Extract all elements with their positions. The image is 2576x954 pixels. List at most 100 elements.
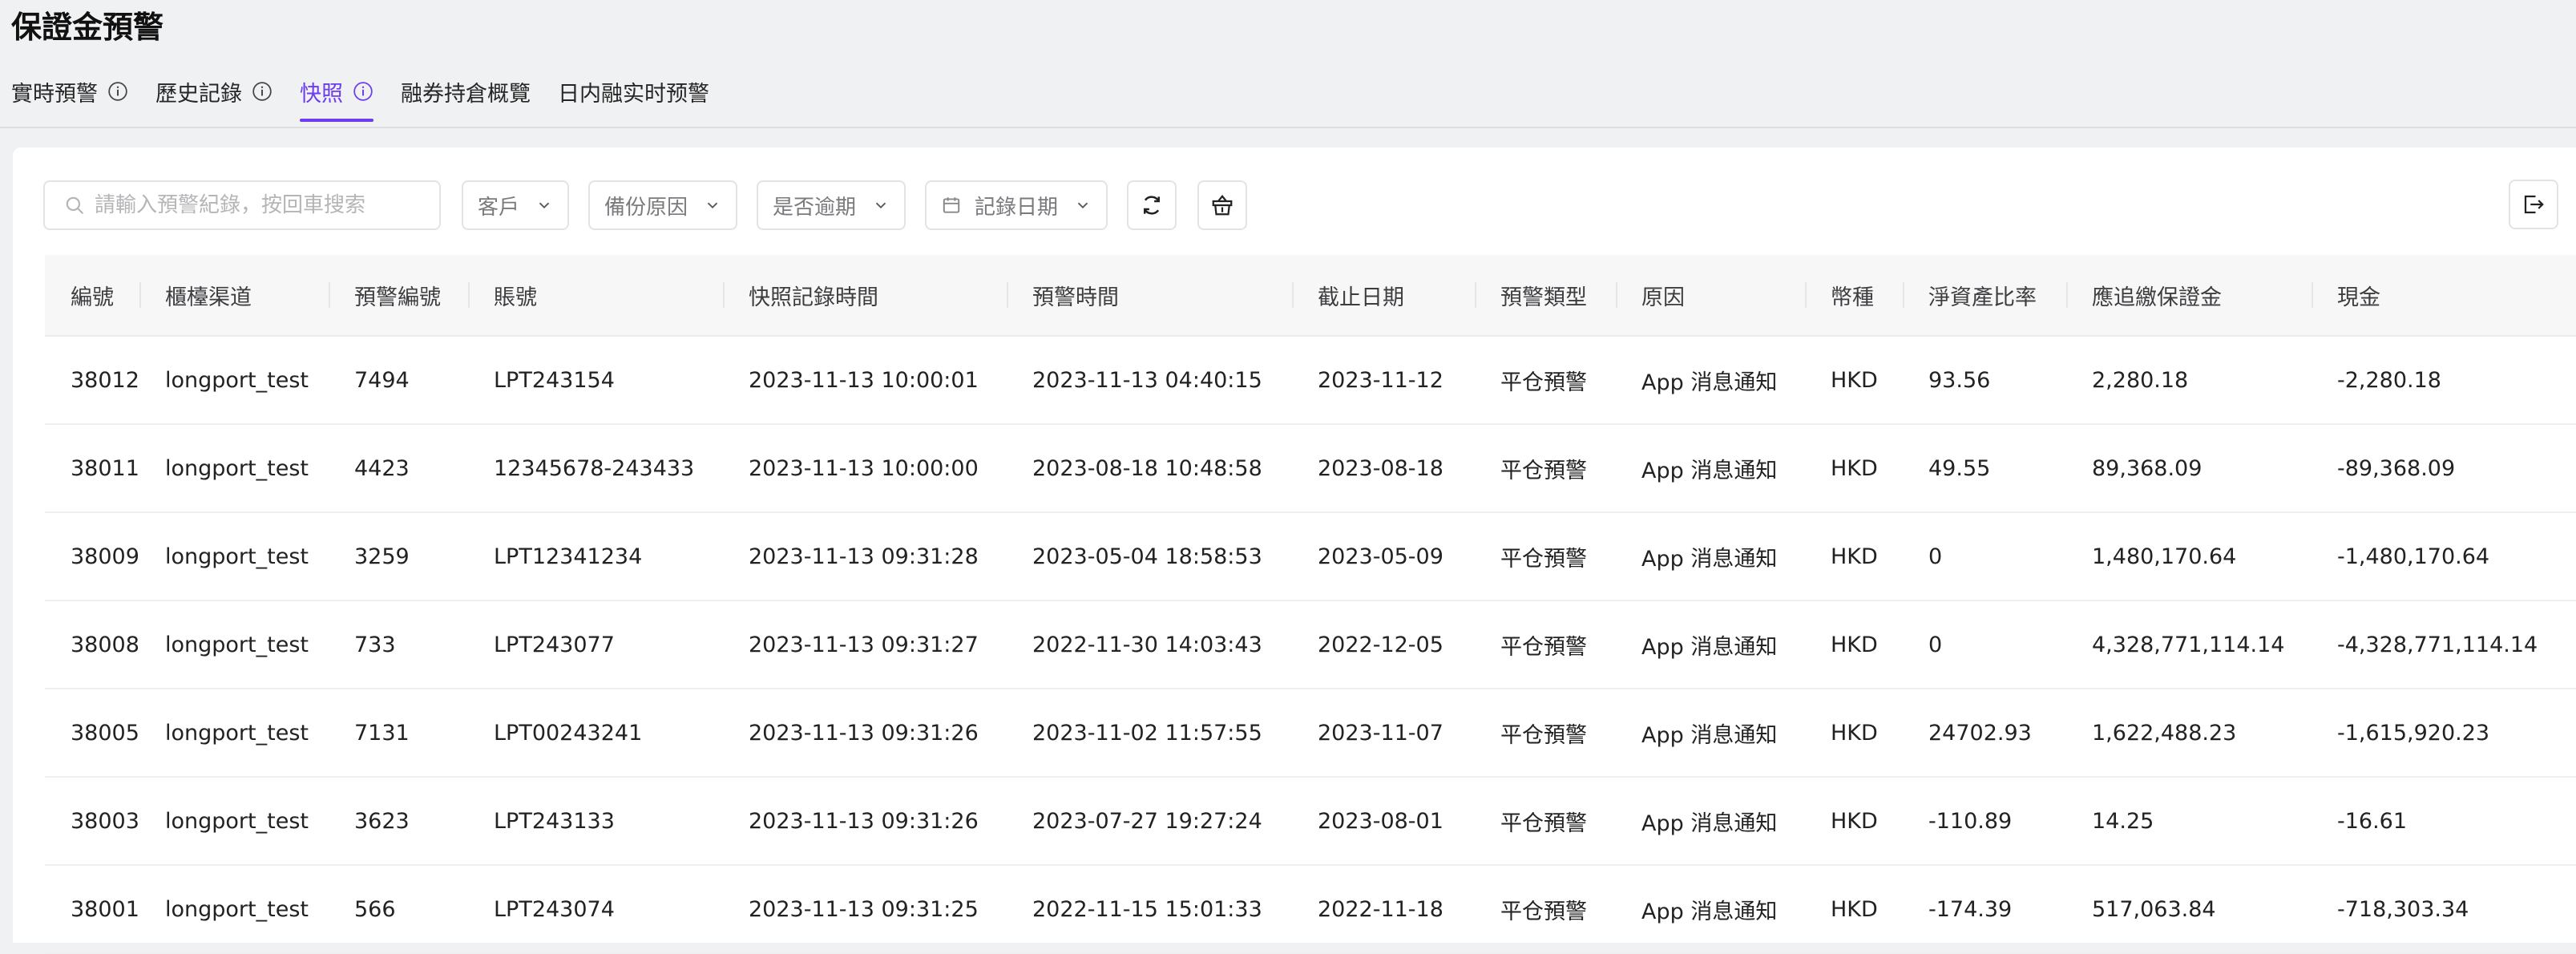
table-cell: LPT243074 bbox=[494, 896, 615, 922]
table-row[interactable]: 38008 longport_test 733 LPT243077 2023-11-13… bbox=[45, 601, 2576, 689]
table-cell: App 消息通知 bbox=[1641, 458, 1778, 483]
chevron-down-icon bbox=[875, 202, 886, 209]
search-input[interactable] bbox=[93, 192, 433, 218]
table-cell: App 消息通知 bbox=[1641, 370, 1778, 395]
table-cell: 2022-11-15 15:01:33 bbox=[1032, 896, 1262, 922]
table-cell: longport_test bbox=[165, 544, 309, 569]
search-icon bbox=[66, 196, 83, 214]
table-cell: 38005 bbox=[71, 720, 139, 746]
page-title: 保證金預警 bbox=[11, 10, 164, 45]
table-cell: 0 bbox=[1928, 544, 1943, 569]
table-cell: 2023-05-09 bbox=[1318, 544, 1443, 569]
table-cell: longport_test bbox=[165, 455, 309, 481]
table-cell: 2023-11-13 09:31:27 bbox=[749, 632, 979, 657]
chevron-down-icon bbox=[539, 202, 550, 209]
tab-snapshot[interactable]: 快照 bbox=[300, 72, 373, 122]
table-cell: LPT243133 bbox=[494, 808, 615, 834]
table-cell: -16.61 bbox=[2337, 808, 2408, 834]
table-cell: 14.25 bbox=[2092, 808, 2154, 834]
filter-toolbar: 客戶 備份原因 是否逾期 記錄日期 bbox=[43, 180, 1268, 231]
table-cell: 38009 bbox=[71, 544, 139, 569]
tab-realtime-alert[interactable]: 實時預警 bbox=[11, 72, 128, 111]
content-card: 客戶 備份原因 是否逾期 記錄日期 編號 櫃檯渠道 預警編號 bbox=[13, 148, 2576, 954]
record-date-picker[interactable]: 記錄日期 bbox=[925, 180, 1108, 230]
table-cell: 2023-11-13 10:00:01 bbox=[749, 367, 979, 393]
table-cell: LPT12341234 bbox=[494, 544, 643, 569]
table-cell: 3259 bbox=[354, 544, 410, 569]
table-row[interactable]: 38009 longport_test 3259 LPT12341234 2023-11… bbox=[45, 513, 2576, 601]
table-cell: 7131 bbox=[354, 720, 410, 746]
tab-short-position-overview[interactable]: 融券持倉概覽 bbox=[401, 72, 531, 111]
info-icon[interactable] bbox=[252, 81, 273, 102]
column-header: 淨資產比率 bbox=[1903, 255, 2066, 335]
table-cell: 平仓預警 bbox=[1500, 458, 1587, 483]
table-cell: 38003 bbox=[71, 808, 139, 834]
table-cell: longport_test bbox=[165, 367, 309, 393]
info-icon[interactable] bbox=[353, 81, 373, 102]
column-header: 賬號 bbox=[468, 255, 723, 335]
table-cell: App 消息通知 bbox=[1641, 722, 1778, 748]
table-cell: LPT00243241 bbox=[494, 720, 643, 746]
export-icon bbox=[2524, 195, 2544, 214]
column-header: 現金 bbox=[2312, 255, 2552, 335]
basket-button[interactable] bbox=[1197, 180, 1248, 230]
table-cell: LPT243077 bbox=[494, 632, 615, 657]
table-cell: 2023-11-13 10:00:00 bbox=[749, 455, 979, 481]
backup-reason-select[interactable]: 備份原因 bbox=[588, 180, 738, 230]
export-button[interactable] bbox=[2509, 180, 2558, 229]
table-cell: -89,368.09 bbox=[2337, 455, 2456, 481]
info-icon[interactable] bbox=[107, 81, 128, 102]
column-header: 幣種 bbox=[1805, 255, 1903, 335]
table-row[interactable]: 38011 longport_test 4423 12345678-243433 202… bbox=[45, 425, 2576, 513]
table-cell: 89,368.09 bbox=[2092, 455, 2203, 481]
table-row[interactable]: 38001 longport_test 566 LPT243074 2023-11-13… bbox=[45, 866, 2576, 954]
table-cell: longport_test bbox=[165, 808, 309, 834]
table-cell: HKD bbox=[1831, 455, 1878, 481]
chevron-down-icon bbox=[707, 202, 718, 209]
refresh-icon bbox=[1144, 196, 1161, 215]
chevron-down-icon bbox=[1077, 202, 1088, 209]
search-box[interactable] bbox=[43, 180, 441, 230]
table-cell: 38011 bbox=[71, 455, 139, 481]
table-cell: HKD bbox=[1831, 544, 1878, 569]
select-label: 記錄日期 bbox=[975, 195, 1059, 220]
tab-label: 快照 bbox=[300, 81, 343, 107]
column-header: 快照記錄時間 bbox=[723, 255, 1007, 335]
table-cell: HKD bbox=[1831, 367, 1878, 393]
column-header: 預警時間 bbox=[1007, 255, 1292, 335]
table-cell: -110.89 bbox=[1928, 808, 2013, 834]
table-cell: 24702.93 bbox=[1928, 720, 2032, 746]
table-cell: 7494 bbox=[354, 367, 410, 393]
column-header: 編號 bbox=[71, 285, 114, 310]
table-cell: 2023-11-13 09:31:25 bbox=[749, 896, 979, 922]
table-row[interactable]: 38012 longport_test 7494 LPT243154 2023-11-1… bbox=[45, 337, 2576, 425]
tab-label: 歷史記錄 bbox=[155, 81, 242, 107]
table-cell: 38012 bbox=[71, 367, 139, 393]
table-cell: 2022-11-30 14:03:43 bbox=[1032, 632, 1262, 657]
table-cell: 平仓預警 bbox=[1500, 370, 1587, 395]
tab-intraday-realtime-alert[interactable]: 日内融实时预警 bbox=[558, 72, 709, 111]
table-cell: 49.55 bbox=[1928, 455, 1991, 481]
table-cell: 566 bbox=[354, 896, 396, 922]
table-row[interactable]: 38005 longport_test 7131 LPT00243241 2023-11… bbox=[45, 689, 2576, 778]
select-label: 備份原因 bbox=[604, 195, 688, 220]
refresh-button[interactable] bbox=[1127, 180, 1177, 230]
table-header: 編號 櫃檯渠道 預警編號 賬號 快照記錄時間 預警時間 截止日期 預警類型 原因… bbox=[45, 255, 2576, 337]
table-cell: -2,280.18 bbox=[2337, 367, 2441, 393]
table-cell: 38008 bbox=[71, 632, 139, 657]
overdue-select[interactable]: 是否逾期 bbox=[757, 180, 906, 230]
table-row[interactable]: 38003 longport_test 3623 LPT243133 2023-11-1… bbox=[45, 778, 2576, 866]
column-header: 應追繳保證金 bbox=[2066, 255, 2312, 335]
table-cell: 12345678-243433 bbox=[494, 455, 695, 481]
table-cell: 2022-11-18 bbox=[1318, 896, 1443, 922]
table-cell: 2023-11-02 11:57:55 bbox=[1032, 720, 1262, 746]
customer-select[interactable]: 客戶 bbox=[462, 180, 570, 230]
tab-label: 日内融实时预警 bbox=[558, 81, 709, 107]
table-cell: 2,280.18 bbox=[2092, 367, 2189, 393]
table-cell: 2023-11-13 04:40:15 bbox=[1032, 367, 1262, 393]
table-cell: 2023-11-07 bbox=[1318, 720, 1443, 746]
table-cell: 2023-05-04 18:58:53 bbox=[1032, 544, 1262, 569]
table-cell: App 消息通知 bbox=[1641, 899, 1778, 924]
column-header: 原因 bbox=[1616, 255, 1805, 335]
tab-history[interactable]: 歷史記錄 bbox=[155, 72, 273, 111]
